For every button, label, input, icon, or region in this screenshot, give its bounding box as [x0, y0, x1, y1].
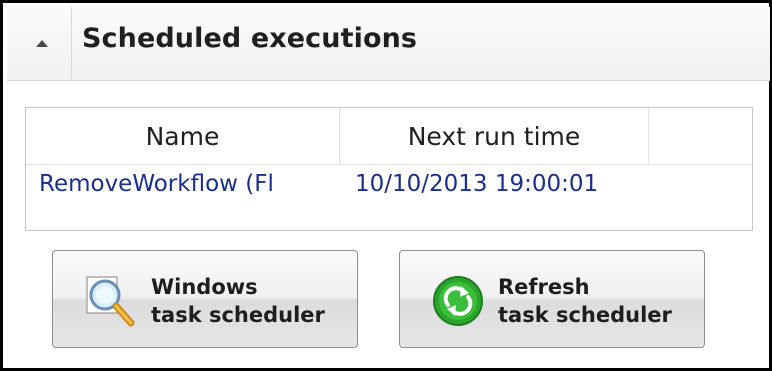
windows-button-line1: Windows — [151, 275, 258, 299]
grid-header: Name Next run time — [26, 108, 752, 165]
panel-header: Scheduled executions — [7, 7, 770, 81]
windows-button-label: Windows task scheduler — [151, 273, 325, 329]
refresh-button-line2: task scheduler — [498, 303, 672, 327]
panel-title: Scheduled executions — [82, 23, 418, 54]
scheduled-executions-panel: Scheduled executions Name Next run time … — [0, 0, 772, 371]
column-header-next-run-time[interactable]: Next run time — [340, 108, 649, 164]
table-row[interactable]: RemoveWorkflow (Fl 10/10/2013 19:00:01 — [26, 165, 752, 209]
windows-button-line2: task scheduler — [151, 303, 325, 327]
magnifier-icon — [86, 276, 135, 327]
refresh-icon — [433, 276, 483, 326]
column-header-name[interactable]: Name — [26, 108, 340, 164]
chevron-up-icon — [36, 40, 48, 47]
collapse-toggle[interactable] — [13, 7, 72, 80]
cell-name: RemoveWorkflow (Fl — [39, 171, 274, 197]
windows-task-scheduler-button[interactable]: Windows task scheduler — [52, 250, 358, 348]
refresh-button-line1: Refresh — [498, 275, 590, 299]
cell-next-run-time: 10/10/2013 19:00:01 — [355, 171, 599, 197]
refresh-button-label: Refresh task scheduler — [498, 273, 672, 329]
scheduled-grid: Name Next run time RemoveWorkflow (Fl 10… — [25, 107, 753, 231]
refresh-task-scheduler-button[interactable]: Refresh task scheduler — [399, 250, 705, 348]
